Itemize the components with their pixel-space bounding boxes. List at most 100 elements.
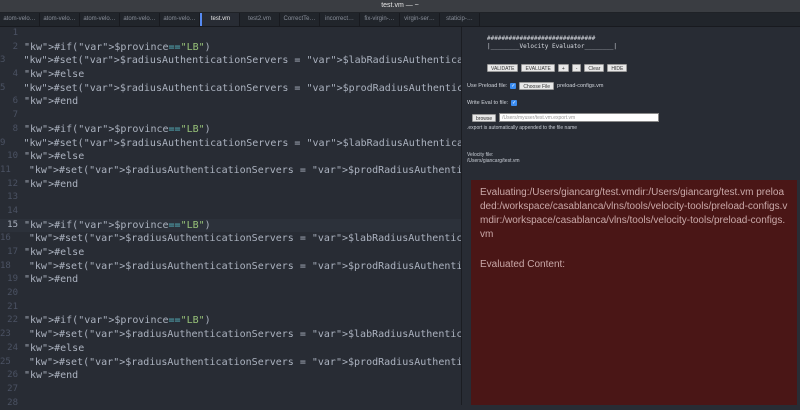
tab-1[interactable]: atom-velo…	[40, 13, 80, 26]
zoom-out-button[interactable]: -	[571, 64, 582, 72]
line-number: 22	[7, 315, 18, 326]
line-text	[22, 287, 24, 301]
code-line[interactable]: 9 "kw">#set("var">$radiusAuthenticationS…	[0, 137, 535, 151]
tab-8[interactable]: incorrect…	[320, 13, 360, 26]
line-number: 1	[12, 28, 18, 38]
export-path-row: browse /Users/myuser/test.vm.export.vm	[472, 113, 660, 122]
browse-button[interactable]: browse	[472, 113, 497, 122]
code-line[interactable]: 28	[0, 397, 461, 410]
line-text	[22, 383, 24, 397]
line-text	[22, 397, 24, 410]
code-line[interactable]: 18 "kw">#set("var">$radiusAuthentication…	[0, 260, 547, 274]
line-text: "kw">#if("var">$province=="LB")	[24, 219, 211, 231]
line-text: "kw">#set("var">$radiusAuthenticationSer…	[23, 55, 536, 67]
line-text	[22, 205, 24, 219]
code-line[interactable]: 5 "kw">#set("var">$radiusAuthenticationS…	[0, 82, 541, 96]
tab-6[interactable]: test2.vm	[240, 13, 280, 26]
line-number: 28	[7, 397, 18, 408]
line-text: "kw">#if("var">$province=="LB")	[24, 315, 211, 327]
code-line[interactable]: 24 "kw">#else	[0, 342, 461, 356]
line-number: 18	[0, 260, 11, 271]
code-line[interactable]: 11 "kw">#set("var">$radiusAuthentication…	[0, 164, 547, 178]
line-number: 23	[0, 329, 11, 340]
tab-3[interactable]: atom-velo…	[120, 13, 160, 26]
line-number: 25	[0, 356, 11, 367]
line-text: "kw">#end	[24, 274, 79, 286]
code-line[interactable]: 25 "kw">#set("var">$radiusAuthentication…	[0, 356, 547, 370]
code-line[interactable]: 17 "kw">#else	[0, 246, 461, 260]
tab-4[interactable]: atom-velo…	[160, 13, 200, 26]
line-text: "kw">#end	[24, 96, 79, 108]
line-number: 24	[7, 342, 18, 353]
line-number: 9	[0, 137, 6, 148]
tab-10[interactable]: virgin-ser…	[400, 13, 440, 26]
evaluator-banner: ############################## |________…	[487, 35, 617, 51]
line-number: 3	[0, 55, 6, 66]
code-line[interactable]: 4 "kw">#else	[0, 68, 461, 82]
evaluator-button-row: VALIDATE EVALUATE + - Clear HIDE	[487, 64, 628, 72]
use-preload-label: Use Preload file:	[467, 83, 508, 89]
line-number: 7	[12, 110, 18, 121]
line-text: "kw">#else	[24, 151, 85, 163]
tab-11[interactable]: staticip-…	[440, 13, 480, 26]
tab-5[interactable]: test.vm	[200, 13, 240, 26]
code-line[interactable]: 16 "kw">#set("var">$radiusAuthentication…	[0, 232, 541, 246]
code-line[interactable]: 2 "kw">#if("var">$province=="LB")	[0, 41, 461, 55]
export-note: .export is automatically appended to the…	[467, 125, 578, 131]
code-line[interactable]: 19 "kw">#end	[0, 273, 461, 287]
code-line[interactable]: 6 "kw">#end	[0, 95, 461, 109]
velocity-file-info: Velocity file: /Users/giancarg/test.vm	[467, 152, 520, 164]
line-text: "kw">#set("var">$radiusAuthenticationSer…	[23, 137, 536, 149]
export-path-input[interactable]: /Users/myuser/test.vm.export.vm	[499, 113, 660, 122]
line-number: 6	[12, 96, 18, 107]
choose-file-button[interactable]: Choose File	[519, 82, 555, 90]
line-text	[22, 27, 24, 41]
tab-2[interactable]: atom-velo…	[80, 13, 120, 26]
evaluation-log: Evaluating:/Users/giancarg/test.vmdir:/U…	[480, 187, 788, 240]
code-line[interactable]: 7	[0, 109, 461, 123]
line-text: "kw">#end	[24, 178, 79, 190]
use-preload-row: Use Preload file: ✓ Choose File preload-…	[467, 82, 604, 90]
velocity-file-path: /Users/giancarg/test.vm	[467, 158, 520, 164]
line-number: 26	[7, 370, 18, 381]
tab-bar: atom-velo… atom-velo… atom-velo… atom-velo……	[0, 13, 800, 27]
line-number: 15	[7, 219, 18, 230]
code-line[interactable]: 8 "kw">#if("var">$province=="LB")	[0, 123, 461, 137]
code-line[interactable]: 21	[0, 301, 461, 315]
line-text: "kw">#else	[24, 342, 85, 354]
code-line[interactable]: 3 "kw">#set("var">$radiusAuthenticationS…	[0, 54, 535, 68]
code-line[interactable]: 27	[0, 383, 461, 397]
hide-button[interactable]: HIDE	[607, 64, 628, 72]
line-number: 14	[7, 205, 18, 216]
code-line[interactable]: 1	[0, 27, 461, 41]
line-text	[22, 109, 24, 123]
code-line[interactable]: 14	[0, 205, 461, 219]
code-line[interactable]: 26 "kw">#end	[0, 369, 461, 383]
evaluated-content-label: Evaluated Content:	[480, 259, 566, 270]
use-preload-checkbox[interactable]: ✓	[510, 83, 517, 89]
code-line[interactable]: 23 "kw">#set("var">$radiusAuthentication…	[0, 328, 541, 342]
clear-button[interactable]: Clear	[584, 64, 605, 72]
tab-0[interactable]: atom-velo…	[0, 13, 40, 26]
evaluation-output: Evaluating:/Users/giancarg/test.vmdir:/U…	[471, 180, 797, 405]
line-text: "kw">#if("var">$province=="LB")	[24, 123, 211, 135]
write-eval-checkbox[interactable]: ✓	[511, 100, 518, 106]
code-editor[interactable]: 1 2 "kw">#if("var">$province=="LB") 3 "kw">…	[0, 27, 547, 408]
code-line[interactable]: 13	[0, 191, 461, 205]
code-line[interactable]: 12 "kw">#end	[0, 178, 461, 192]
code-line[interactable]: 10 "kw">#else	[0, 150, 461, 164]
tab-9[interactable]: fix-virgin-…	[360, 13, 400, 26]
line-number: 13	[7, 192, 18, 203]
line-number: 11	[0, 164, 11, 175]
write-eval-label: Write Eval to file:	[467, 100, 509, 106]
code-line[interactable]: 15 "kw">#if("var">$province=="LB")	[0, 218, 461, 233]
tab-7[interactable]: CorrectTe…	[280, 13, 320, 26]
zoom-in-button[interactable]: +	[557, 64, 569, 72]
code-line[interactable]: 20	[0, 287, 461, 301]
preload-file-name: preload-configs.vm	[557, 83, 604, 89]
evaluate-button[interactable]: EVALUATE	[521, 64, 555, 72]
code-line[interactable]: 22 "kw">#if("var">$province=="LB")	[0, 314, 461, 328]
banner-line-1: ##############################	[487, 35, 596, 42]
line-text: "kw">#else	[24, 69, 85, 81]
validate-button[interactable]: VALIDATE	[487, 64, 519, 72]
